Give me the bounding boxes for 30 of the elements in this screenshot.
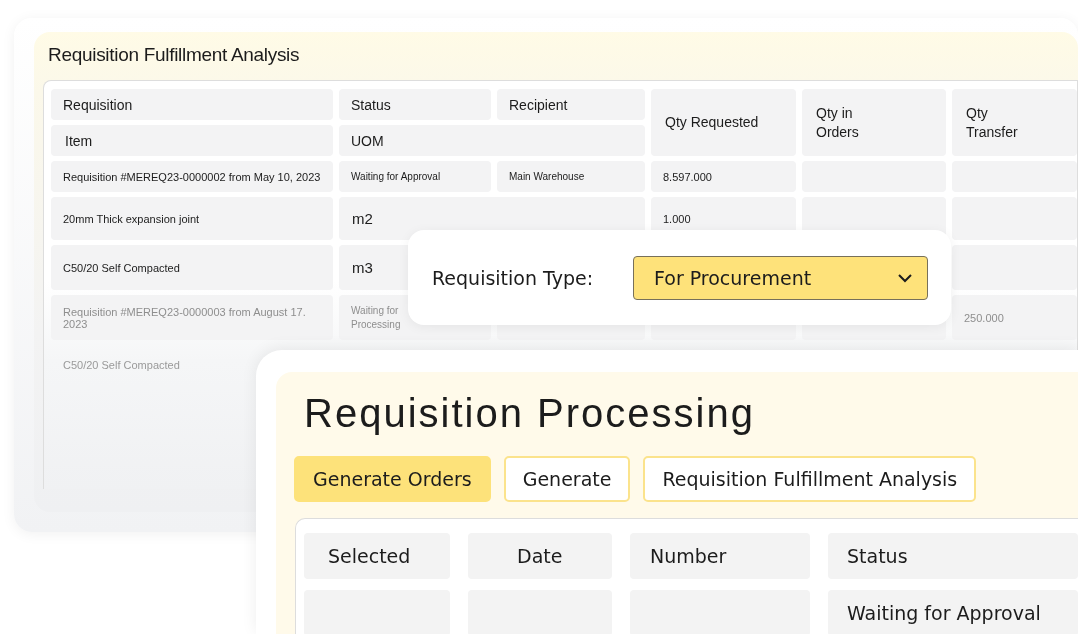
- column-header: Recipient: [497, 89, 645, 120]
- column-header: Status: [828, 533, 1078, 579]
- table-cell: Waiting for Approval: [828, 590, 1078, 634]
- table-cell: 8.597.000: [651, 161, 796, 192]
- panel-title: Requisition Fulfillment Analysis: [48, 44, 300, 67]
- column-header: Selected: [304, 533, 450, 579]
- table-cell-text: C50/20 Self Compacted: [62, 358, 181, 373]
- column-header: Qty in Orders: [802, 89, 946, 156]
- column-header: Requisition: [51, 89, 333, 120]
- table-cell: Waiting for Approval: [339, 161, 491, 192]
- table-cell: Requisition #MEREQ23-0000003 from August 17. 2023: [51, 295, 333, 340]
- column-header: Qty Transfer: [952, 89, 1077, 156]
- column-header: Date: [468, 533, 612, 579]
- chevron-down-icon: [897, 272, 913, 283]
- column-header: Status: [339, 89, 491, 120]
- column-header: Qty Requested: [651, 89, 796, 156]
- action-button[interactable]: Generate: [503, 456, 631, 502]
- column-header: UOM: [339, 125, 645, 156]
- type-dropdown[interactable]: For Procurement: [633, 255, 928, 300]
- column-header: Number: [630, 533, 810, 579]
- action-button[interactable]: Requisition Fulfillment Analysis: [643, 456, 977, 502]
- panel-title: Requisition Processing: [304, 390, 755, 436]
- table-cell: Requisition #MEREQ23-0000002 from May 10, 2023: [51, 161, 333, 192]
- action-button[interactable]: Generate Orders: [294, 456, 491, 502]
- table-cell: Main Warehouse: [497, 161, 645, 192]
- table-cell: 250.000: [952, 295, 1077, 340]
- table-cell: 20mm Thick expansion joint: [51, 197, 333, 240]
- field-label: Requisition Type:: [432, 266, 595, 289]
- column-header: Item: [51, 125, 333, 156]
- table-cell: C50/20 Self Compacted: [51, 245, 333, 290]
